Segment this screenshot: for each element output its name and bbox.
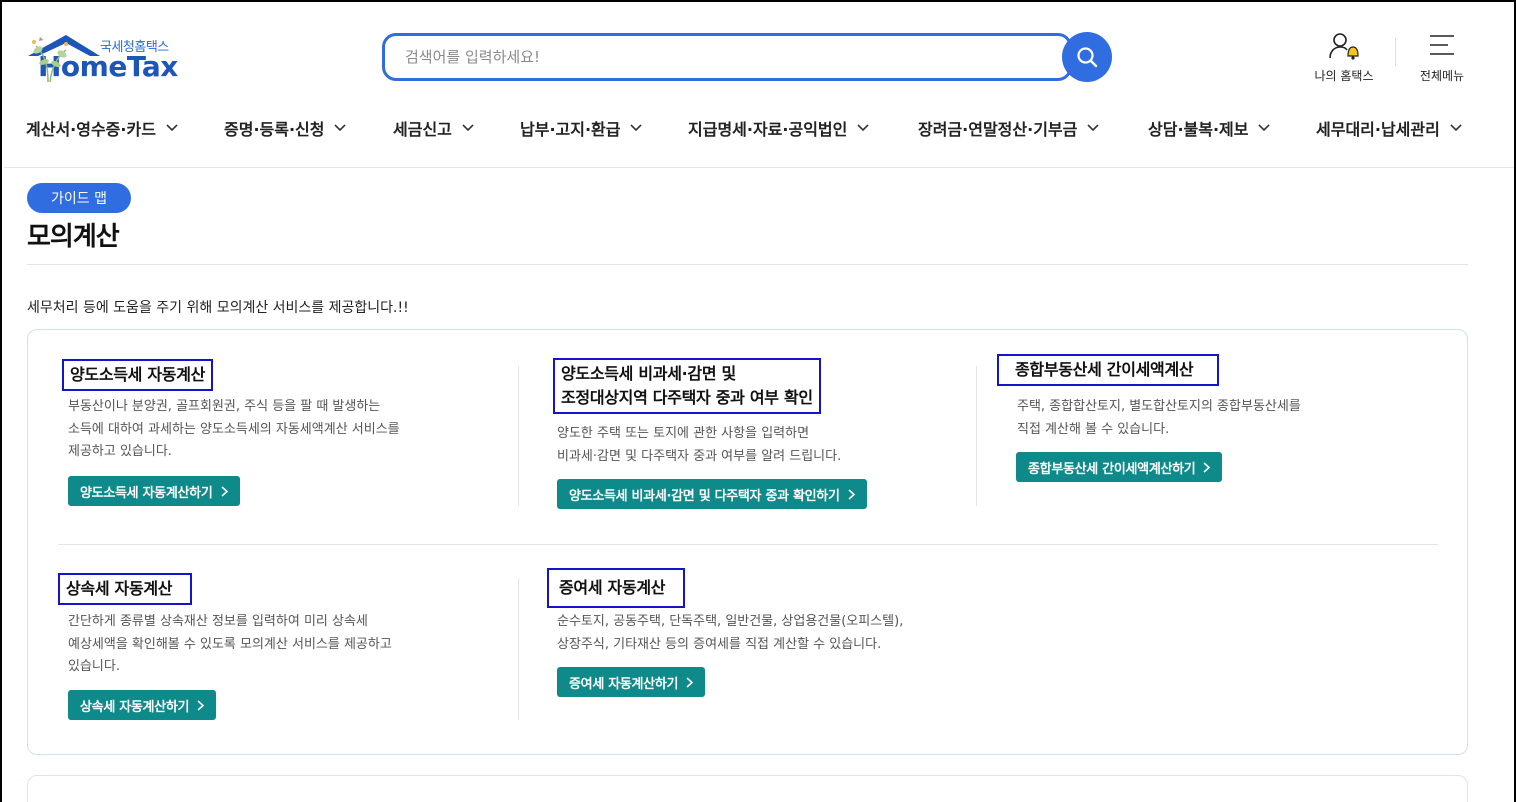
chevron-down-icon — [1258, 124, 1271, 132]
chevron-right-icon — [1203, 461, 1211, 473]
chevron-right-icon — [686, 676, 694, 688]
all-menu-button[interactable]: 전체메뉴 — [1410, 32, 1474, 84]
next-panel — [27, 775, 1468, 802]
gnb-item-consult[interactable]: 상담·불복·제보 — [1148, 116, 1271, 140]
gnb-label: 상담·불복·제보 — [1148, 120, 1249, 139]
title-divider — [27, 264, 1468, 265]
card-desc-line: 소득에 대하여 과세하는 양도소득세의 자동세액계산 서비스를 — [68, 421, 400, 437]
card-desc-line: 주택, 종합합산토지, 별도합산토지의 종합부동산세를 — [1017, 399, 1301, 414]
button-label: 종합부동산세 간이세액계산하기 — [1028, 461, 1196, 477]
card-desc-line: 있습니다. — [68, 659, 120, 674]
row-divider — [58, 544, 1438, 545]
global-nav: 계산서·영수증·카드 증명·등록·신청 세금신고 납부·고지·환급 지급명세·자… — [26, 116, 1476, 140]
page-intro: 세무처리 등에 도움을 주기 위해 모의계산 서비스를 제공합니다.!! — [27, 300, 409, 316]
gnb-item-invoice[interactable]: 계산서·영수증·카드 — [26, 116, 178, 140]
card-desc-property-tax: 주택, 종합합산토지, 별도합산토지의 종합부동산세를 직접 계산해 볼 수 있… — [1017, 396, 1301, 441]
chevron-right-icon — [197, 699, 205, 711]
column-divider — [518, 366, 519, 506]
exemption-check-button[interactable]: 양도소득세 비과세·감면 및 다주택자 중과 확인하기 — [557, 479, 867, 509]
gnb-label: 세무대리·납세관리 — [1316, 120, 1440, 139]
chevron-down-icon — [1087, 124, 1099, 132]
card-title-inheritance-tax: 상속세 자동계산 — [58, 573, 193, 605]
chevron-down-icon — [462, 124, 474, 132]
card-desc-line: 예상세액을 확인해볼 수 있도록 모의계산 서비스를 제공하고 — [68, 636, 392, 652]
page-frame: 국세청홈택스 HomeTax 나의 홈택스 — [0, 0, 1516, 802]
chevron-down-icon — [630, 124, 643, 132]
card-desc-line: 직접 계산해 볼 수 있습니다. — [1017, 421, 1170, 437]
card-desc-line: 순수토지, 공동주택, 단독주택, 일반건물, 상업용건물(오피스텔), — [557, 614, 904, 629]
card-title-capital-gains: 양도소득세 자동계산 — [62, 359, 214, 391]
chevron-down-icon — [334, 124, 347, 132]
gnb-item-agent[interactable]: 세무대리·납세관리 — [1316, 116, 1462, 140]
search-input[interactable] — [385, 36, 1069, 78]
gnb-label: 장려금·연말정산·기부금 — [918, 120, 1078, 139]
gnb-label: 계산서·영수증·카드 — [26, 120, 156, 139]
hamburger-menu-icon — [1430, 35, 1454, 55]
card-title-line: 상속세 자동계산 — [66, 579, 173, 598]
card-desc-exemption-check: 양도한 주택 또는 토지에 관한 사항을 입력하면 비과세·감면 및 다주택자 … — [557, 423, 841, 468]
card-desc-gift-tax: 순수토지, 공동주택, 단독주택, 일반건물, 상업용건물(오피스텔), 상장주… — [557, 611, 903, 656]
guide-map-button[interactable]: 가이드 맵 — [27, 183, 131, 213]
my-hometax-label: 나의 홈택스 — [1314, 69, 1374, 83]
gnb-item-payment[interactable]: 납부·고지·환급 — [520, 116, 643, 140]
search-box[interactable] — [382, 33, 1072, 81]
util-divider — [1395, 38, 1396, 66]
gnb-label: 증명·등록·신청 — [224, 120, 325, 139]
chevron-down-icon — [166, 124, 178, 132]
gnb-item-tax-report[interactable]: 세금신고 — [393, 116, 474, 140]
card-desc-line: 제공하고 있습니다. — [68, 444, 172, 459]
gnb-item-incentive[interactable]: 장려금·연말정산·기부금 — [918, 116, 1099, 140]
card-title-line: 조정대상지역 다주택자 중과 여부 확인 — [561, 388, 813, 407]
search-icon — [1077, 47, 1098, 68]
chevron-right-icon — [220, 485, 228, 497]
card-desc-line: 상장주식, 기타재산 등의 증여세를 직접 계산할 수 있습니다. — [557, 636, 882, 652]
search-button[interactable] — [1062, 32, 1112, 82]
card-desc-inheritance-tax: 간단하게 종류별 상속재산 정보를 입력하여 미리 상속세 예상세액을 확인해볼… — [68, 611, 392, 679]
card-desc-line: 비과세·감면 및 다주택자 중과 여부를 알려 드립니다. — [557, 448, 842, 464]
hometax-logo[interactable]: 국세청홈택스 HomeTax — [26, 34, 241, 86]
card-desc-capital-gains: 부동산이나 분양권, 골프회원권, 주식 등을 팔 때 발생하는 소득에 대하여… — [68, 396, 400, 464]
column-divider — [518, 578, 519, 720]
calculator-panel: 양도소득세 자동계산 부동산이나 분양권, 골프회원권, 주식 등을 팔 때 발… — [27, 329, 1468, 755]
gnb-label: 지급명세·자료·공익법인 — [688, 120, 848, 139]
capital-gains-calc-button[interactable]: 양도소득세 자동계산하기 — [68, 476, 240, 506]
gnb-item-statements[interactable]: 지급명세·자료·공익법인 — [688, 116, 869, 140]
property-tax-calc-button[interactable]: 종합부동산세 간이세액계산하기 — [1016, 452, 1223, 482]
card-title-exemption-check: 양도소득세 비과세·감면 및 조정대상지역 다주택자 중과 여부 확인 — [553, 358, 821, 414]
user-bell-icon — [1329, 33, 1359, 60]
card-title-line: 양도소득세 비과세·감면 및 — [561, 364, 736, 383]
gnb-item-certificate[interactable]: 증명·등록·신청 — [224, 116, 347, 140]
gift-tax-calc-button[interactable]: 증여세 자동계산하기 — [557, 667, 706, 697]
card-title-line: 증여세 자동계산 — [559, 578, 666, 597]
chevron-down-icon — [1450, 124, 1462, 132]
chevron-right-icon — [848, 488, 855, 500]
button-label: 증여세 자동계산하기 — [569, 676, 679, 692]
card-desc-line: 양도한 주택 또는 토지에 관한 사항을 입력하면 — [557, 426, 810, 441]
button-label: 상속세 자동계산하기 — [80, 699, 190, 715]
my-hometax-link[interactable]: 나의 홈택스 — [1308, 32, 1380, 84]
inheritance-tax-calc-button[interactable]: 상속세 자동계산하기 — [68, 690, 217, 720]
chevron-down-icon — [857, 124, 869, 132]
gnb-label: 세금신고 — [393, 120, 452, 139]
card-title-gift-tax: 증여세 자동계산 — [547, 568, 686, 608]
button-label: 양도소득세 비과세·감면 및 다주택자 중과 확인하기 — [569, 488, 840, 504]
card-desc-line: 부동산이나 분양권, 골프회원권, 주식 등을 팔 때 발생하는 — [68, 399, 381, 414]
plant-decoration-icon — [32, 37, 68, 83]
all-menu-label: 전체메뉴 — [1419, 69, 1465, 83]
button-label: 양도소득세 자동계산하기 — [80, 485, 213, 501]
card-title-property-tax: 종합부동산세 간이세액계산 — [997, 354, 1220, 386]
column-divider — [976, 366, 977, 506]
card-title-line: 종합부동산세 간이세액계산 — [1015, 360, 1194, 379]
card-desc-line: 간단하게 종류별 상속재산 정보를 입력하여 미리 상속세 — [68, 614, 368, 629]
card-title-line: 양도소득세 자동계산 — [70, 365, 206, 384]
header-divider — [4, 167, 1514, 168]
page-title: 모의계산 — [27, 222, 120, 252]
gnb-label: 납부·고지·환급 — [520, 120, 621, 139]
